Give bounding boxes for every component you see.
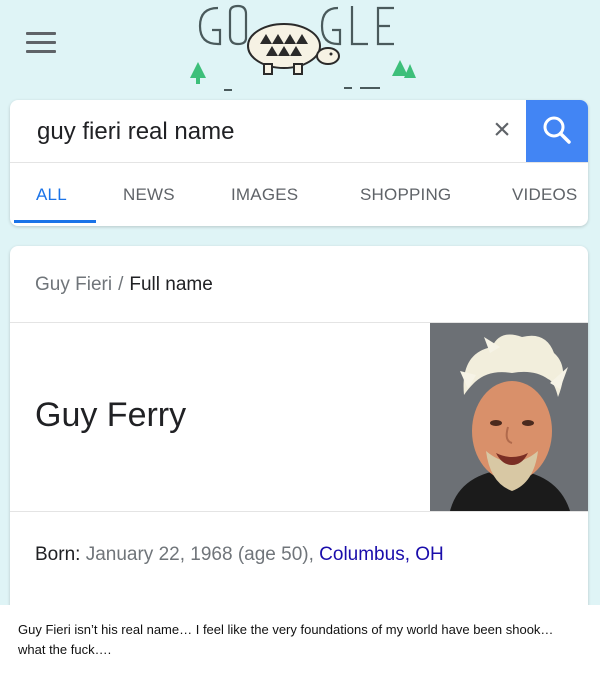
born-place-link[interactable]: Columbus, OH [319,544,444,565]
born-label: Born: [35,544,81,565]
tab-shopping[interactable]: SHOPPING [360,185,451,205]
breadcrumb-current: Full name [129,274,213,295]
doodle-letter-o [228,4,248,46]
doodle-letter-g2 [320,6,342,46]
divider [10,511,588,512]
doodle-letter-l [350,6,368,46]
doodle-letter-e [376,6,394,46]
search-button[interactable] [526,100,588,162]
header [0,0,600,100]
phone-screenshot: guy fieri real name × ALL NEWS IMAGES SH… [0,0,600,605]
person-photo[interactable] [430,323,588,511]
breadcrumb-separator: / [118,274,124,295]
tab-images[interactable]: IMAGES [231,185,298,205]
born-date: January 22, 1968 (age 50), [85,544,314,565]
search-box: guy fieri real name × ALL NEWS IMAGES SH… [10,100,588,226]
breadcrumb-parent[interactable]: Guy Fieri [35,274,112,295]
search-tabs: ALL NEWS IMAGES SHOPPING VIDEOS [10,163,588,226]
hamburger-menu-icon[interactable] [26,32,56,56]
knowledge-card: Guy Fieri / Full name Guy Ferry Born: Janu… [10,246,588,605]
turtle-doodle-icon [247,23,340,75]
active-tab-indicator [14,220,96,223]
born-fact: Born: January 22, 1968 (age 50), Columbu… [35,544,444,566]
doodle-letter-g [198,6,222,46]
search-input[interactable]: guy fieri real name [37,118,234,146]
portrait-image [430,323,588,511]
google-doodle[interactable] [180,0,420,98]
tab-news[interactable]: NEWS [123,185,175,205]
tab-all[interactable]: ALL [36,185,67,205]
search-icon [543,116,571,144]
answer-text: Guy Ferry [35,396,187,434]
caption-text: Guy Fieri isn’t his real name… I feel li… [18,622,554,657]
breadcrumb: Guy Fieri / Full name [35,274,213,296]
close-icon[interactable]: × [487,114,517,146]
tab-videos[interactable]: VIDEOS [512,185,577,205]
